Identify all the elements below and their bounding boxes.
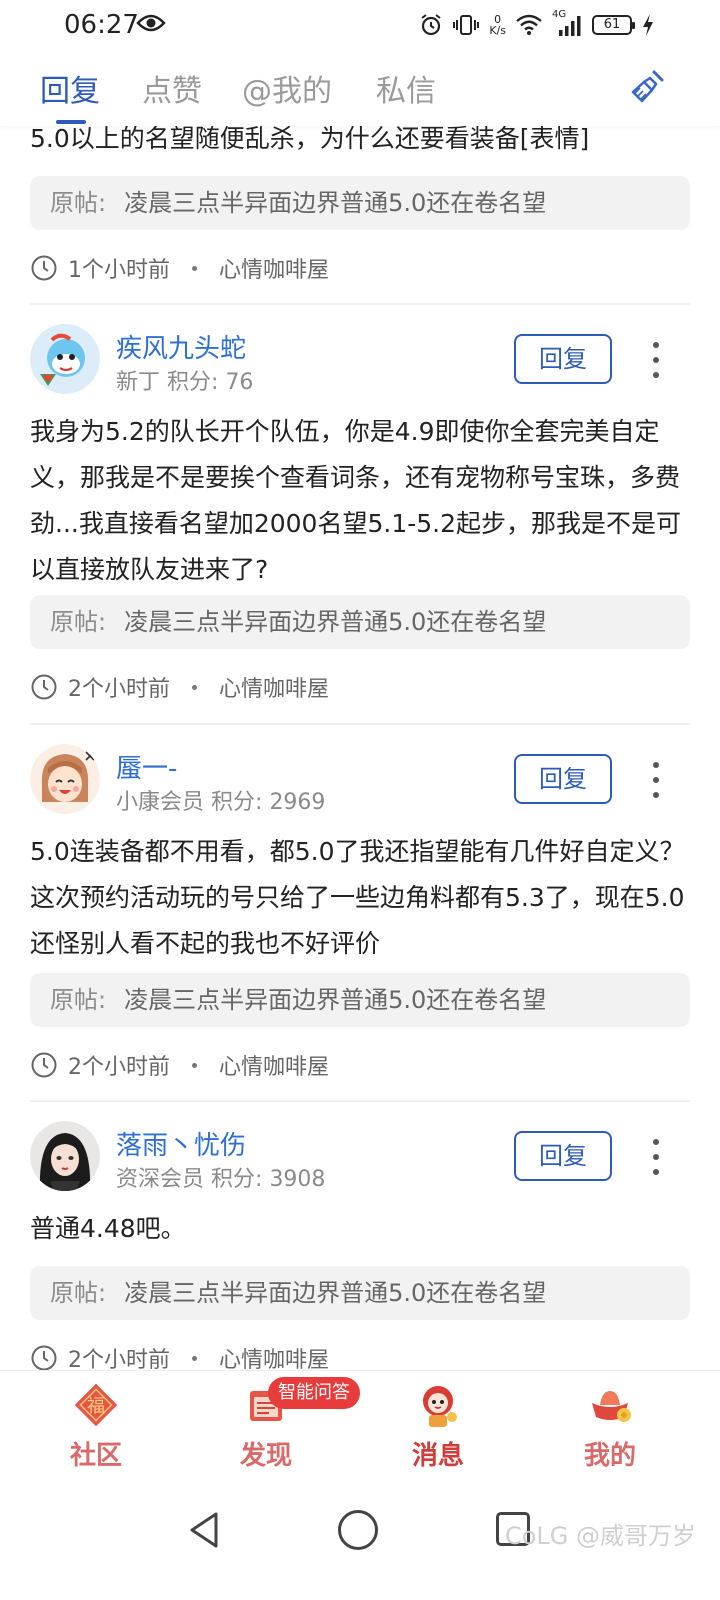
reply-time: 2个小时前 bbox=[68, 1055, 170, 1080]
tab-replies[interactable]: 回复 bbox=[40, 66, 100, 110]
nav-label: 我的 bbox=[583, 1441, 636, 1471]
separator-dot bbox=[192, 1062, 197, 1068]
fu-icon: 福 bbox=[74, 1383, 118, 1427]
reply-button[interactable]: 回复 bbox=[514, 754, 612, 804]
reply-meta: 2个小时前 心情咖啡屋 bbox=[30, 1049, 329, 1081]
reply-time: 1个小时前 bbox=[68, 258, 170, 283]
status-icons: 0 K/s 4G 61 bbox=[419, 9, 654, 40]
original-post-link[interactable]: 原帖: 凌晨三点半异面边界普通5.0还在卷名望 bbox=[30, 176, 690, 230]
original-post-label: 原帖: bbox=[50, 608, 107, 636]
divider bbox=[30, 723, 690, 725]
divider bbox=[30, 303, 690, 305]
status-time: 06:27 bbox=[64, 10, 139, 40]
reply-time: 2个小时前 bbox=[68, 677, 170, 702]
more-options-icon[interactable] bbox=[648, 762, 664, 798]
forum-name[interactable]: 心情咖啡屋 bbox=[219, 1049, 329, 1081]
tab-private-messages[interactable]: 私信 bbox=[376, 66, 436, 110]
clock-icon bbox=[31, 255, 57, 281]
more-options-icon[interactable] bbox=[648, 1139, 664, 1175]
original-post-title: 凌晨三点半异面边界普通5.0还在卷名望 bbox=[124, 608, 547, 636]
svg-text:福: 福 bbox=[87, 1396, 105, 1417]
cell-signal-icon: 4G bbox=[552, 9, 582, 37]
avatar[interactable] bbox=[30, 1121, 100, 1191]
username[interactable]: 落雨丶忧伤 bbox=[116, 1125, 246, 1162]
user-rank: 新丁 积分: 76 bbox=[116, 370, 254, 395]
alarm-icon bbox=[421, 14, 441, 36]
reply-button[interactable]: 回复 bbox=[514, 1131, 612, 1181]
charging-icon bbox=[643, 14, 653, 36]
nav-label: 消息 bbox=[411, 1441, 464, 1471]
separator-dot bbox=[192, 265, 197, 271]
active-tab-indicator bbox=[56, 120, 86, 124]
username[interactable]: 疾风九头蛇 bbox=[116, 328, 246, 365]
separator-dot bbox=[192, 1355, 197, 1361]
wifi-icon bbox=[516, 14, 542, 35]
separator-dot bbox=[192, 684, 197, 690]
gold-ingot-icon bbox=[592, 1391, 631, 1422]
message-mascot-icon bbox=[423, 1386, 457, 1427]
clock-icon bbox=[31, 1345, 57, 1370]
original-post-title: 凌晨三点半异面边界普通5.0还在卷名望 bbox=[124, 1279, 547, 1307]
battery-indicator: 61 bbox=[592, 15, 635, 35]
tab-likes[interactable]: 点赞 bbox=[142, 66, 202, 110]
forum-name[interactable]: 心情咖啡屋 bbox=[219, 252, 329, 284]
divider bbox=[30, 1100, 690, 1102]
reply-content: 5.0连装备都不用看，都5.0了我还指望能有几件好自定义？这次预约活动玩的号只给… bbox=[30, 837, 685, 958]
original-post-link[interactable]: 原帖: 凌晨三点半异面边界普通5.0还在卷名望 bbox=[30, 1266, 690, 1320]
original-post-title: 凌晨三点半异面边界普通5.0还在卷名望 bbox=[124, 189, 547, 217]
avatar[interactable] bbox=[30, 744, 100, 814]
reply-content: 我身为5.2的队长开个队伍，你是4.9即使你全套完美自定义，那我是不是要挨个查看… bbox=[30, 417, 682, 584]
bottom-nav: 福 社区 发现 智能问答 消息 我的 bbox=[0, 1370, 720, 1480]
system-nav-bar: CoLG @威哥万岁 bbox=[0, 1480, 720, 1600]
watermark: CoLG @威哥万岁 bbox=[504, 1522, 696, 1550]
original-post-label: 原帖: bbox=[50, 1279, 107, 1307]
reply-meta: 2个小时前 心情咖啡屋 bbox=[30, 671, 329, 703]
original-post-link[interactable]: 原帖: 凌晨三点半异面边界普通5.0还在卷名望 bbox=[30, 973, 690, 1027]
nav-label: 社区 bbox=[69, 1441, 122, 1471]
eye-icon bbox=[136, 14, 166, 32]
nav-messages[interactable]: 消息 bbox=[378, 1381, 498, 1472]
user-rank: 资深会员 积分: 3908 bbox=[116, 1167, 326, 1192]
clock-icon bbox=[31, 1052, 57, 1078]
original-post-link[interactable]: 原帖: 凌晨三点半异面边界普通5.0还在卷名望 bbox=[30, 595, 690, 649]
message-tabs: 回复 点赞 @我的 私信 bbox=[0, 50, 720, 126]
back-icon[interactable] bbox=[186, 1510, 222, 1550]
username[interactable]: 蜃一- bbox=[116, 748, 177, 785]
nav-community[interactable]: 福 社区 bbox=[36, 1381, 156, 1472]
home-icon[interactable] bbox=[338, 1510, 378, 1550]
tab-mentions[interactable]: @我的 bbox=[242, 66, 332, 110]
original-post-label: 原帖: bbox=[50, 189, 107, 217]
net-speed: 0 K/s bbox=[489, 13, 506, 37]
clear-broom-icon[interactable] bbox=[630, 68, 666, 104]
avatar[interactable] bbox=[30, 324, 100, 394]
reply-button[interactable]: 回复 bbox=[514, 334, 612, 384]
reply-meta: 2个小时前 心情咖啡屋 bbox=[30, 1342, 329, 1370]
user-rank: 小康会员 积分: 2969 bbox=[116, 790, 326, 815]
forum-name[interactable]: 心情咖啡屋 bbox=[219, 1342, 329, 1370]
original-post-label: 原帖: bbox=[50, 986, 107, 1014]
reply-time: 2个小时前 bbox=[68, 1348, 170, 1370]
forum-name[interactable]: 心情咖啡屋 bbox=[219, 671, 329, 703]
nav-profile[interactable]: 我的 bbox=[550, 1381, 670, 1472]
clock-icon bbox=[31, 674, 57, 700]
vibrate-icon bbox=[453, 15, 480, 35]
reply-meta: 1个小时前 心情咖啡屋 bbox=[30, 252, 329, 284]
status-bar: 06:27 0 K/s 4G 61 bbox=[0, 0, 720, 50]
reply-content: 普通4.48吧。 bbox=[30, 1214, 186, 1243]
more-options-icon[interactable] bbox=[648, 342, 664, 378]
nav-label: 发现 bbox=[239, 1441, 292, 1471]
reply-content: 5.0以上的名望随便乱杀，为什么还要看装备[表情] bbox=[30, 126, 590, 153]
smart-qa-badge[interactable]: 智能问答 bbox=[268, 1377, 360, 1409]
reply-feed[interactable]: 5.0以上的名望随便乱杀，为什么还要看装备[表情] 原帖: 凌晨三点半异面边界普通… bbox=[0, 126, 720, 1370]
original-post-title: 凌晨三点半异面边界普通5.0还在卷名望 bbox=[124, 986, 547, 1014]
